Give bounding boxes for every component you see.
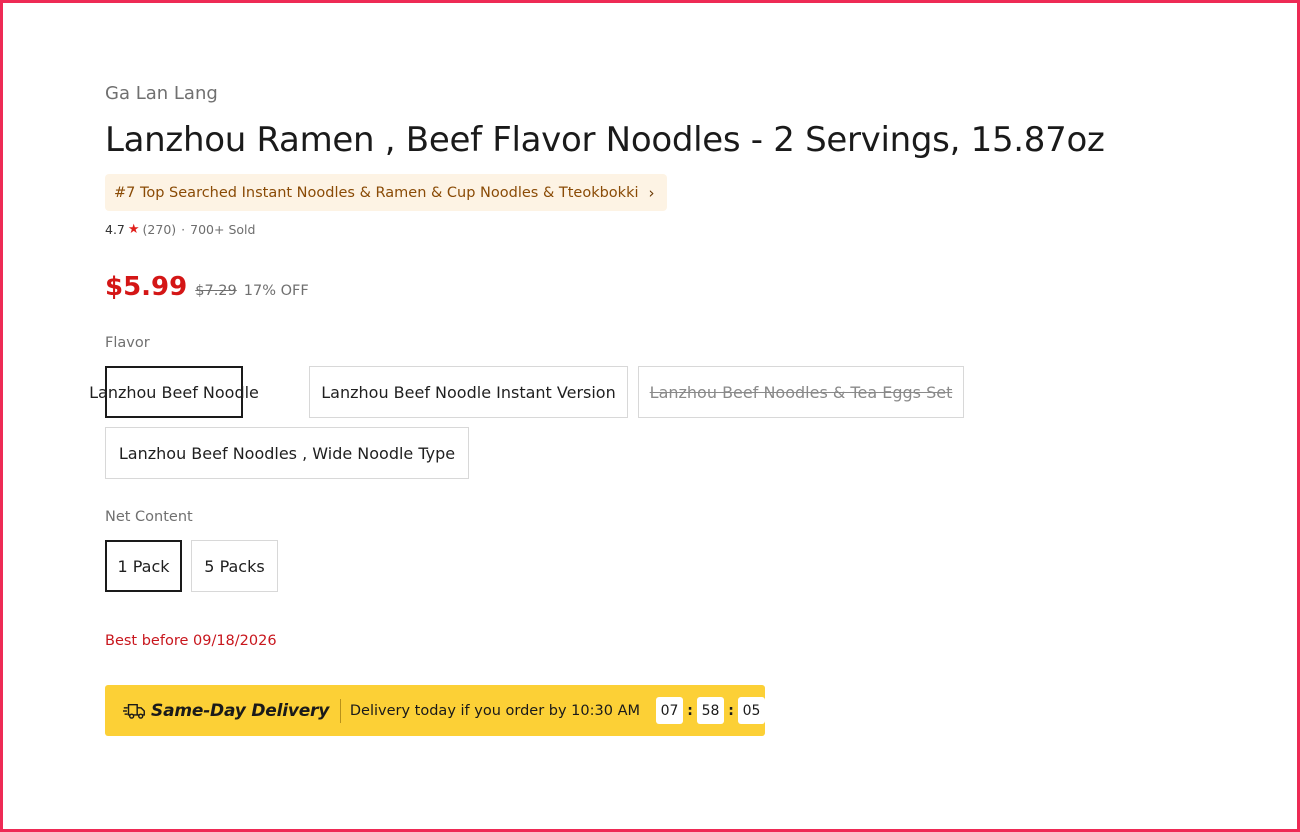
flavor-label: Flavor <box>105 335 150 351</box>
banner-divider <box>340 698 341 723</box>
countdown-seconds: 05 <box>738 697 765 724</box>
net-content-label: Net Content <box>105 509 193 525</box>
flavor-option-tea-eggs-set[interactable]: Lanzhou Beef Noodles & Tea Eggs Set <box>638 366 964 418</box>
star-icon: ★ <box>127 222 140 237</box>
rating-row: 4.7 ★ (270) · 700+ Sold <box>105 222 255 237</box>
delivery-truck-icon <box>123 703 145 719</box>
review-count[interactable]: (270) <box>143 222 177 237</box>
ranking-badge[interactable]: #7 Top Searched Instant Noodles & Ramen … <box>105 174 667 211</box>
current-price: $5.99 <box>105 272 188 302</box>
flavor-option-lanzhou-beef-noodle[interactable]: Lanzhou Beef Noodle <box>89 366 259 418</box>
chevron-right-icon: › <box>648 183 655 202</box>
delivery-message: Delivery today if you order by 10:30 AM <box>349 702 640 719</box>
flavor-option-instant-version[interactable]: Lanzhou Beef Noodle Instant Version <box>309 366 628 418</box>
rating-score: 4.7 <box>105 222 125 237</box>
same-day-delivery-banner: Same-Day Delivery Delivery today if you … <box>105 685 765 736</box>
best-before-date: Best before 09/18/2026 <box>105 633 277 649</box>
separator-dot: · <box>181 222 186 237</box>
countdown-minutes: 58 <box>697 697 724 724</box>
same-day-delivery-title: Same-Day Delivery <box>151 700 330 721</box>
discount-label: 17% OFF <box>243 283 309 299</box>
price-row: $5.99 $7.29 17% OFF <box>105 272 309 302</box>
product-title: Lanzhou Ramen , Beef Flavor Noodles - 2 … <box>105 120 1105 160</box>
ranking-badge-label: #7 Top Searched Instant Noodles & Ramen … <box>114 184 639 201</box>
original-price: $7.29 <box>195 283 237 299</box>
brand-name[interactable]: Ga Lan Lang <box>105 83 218 104</box>
countdown-timer: 07 : 58 : 05 <box>656 697 765 724</box>
countdown-hours: 07 <box>656 697 683 724</box>
countdown-separator: : <box>687 702 693 719</box>
countdown-separator: : <box>728 702 734 719</box>
net-content-option-1-pack[interactable]: 1 Pack <box>105 540 182 592</box>
flavor-option-wide-noodle[interactable]: Lanzhou Beef Noodles , Wide Noodle Type <box>105 427 469 479</box>
net-content-option-5-packs[interactable]: 5 Packs <box>191 540 278 592</box>
sold-count: 700+ Sold <box>190 222 256 237</box>
